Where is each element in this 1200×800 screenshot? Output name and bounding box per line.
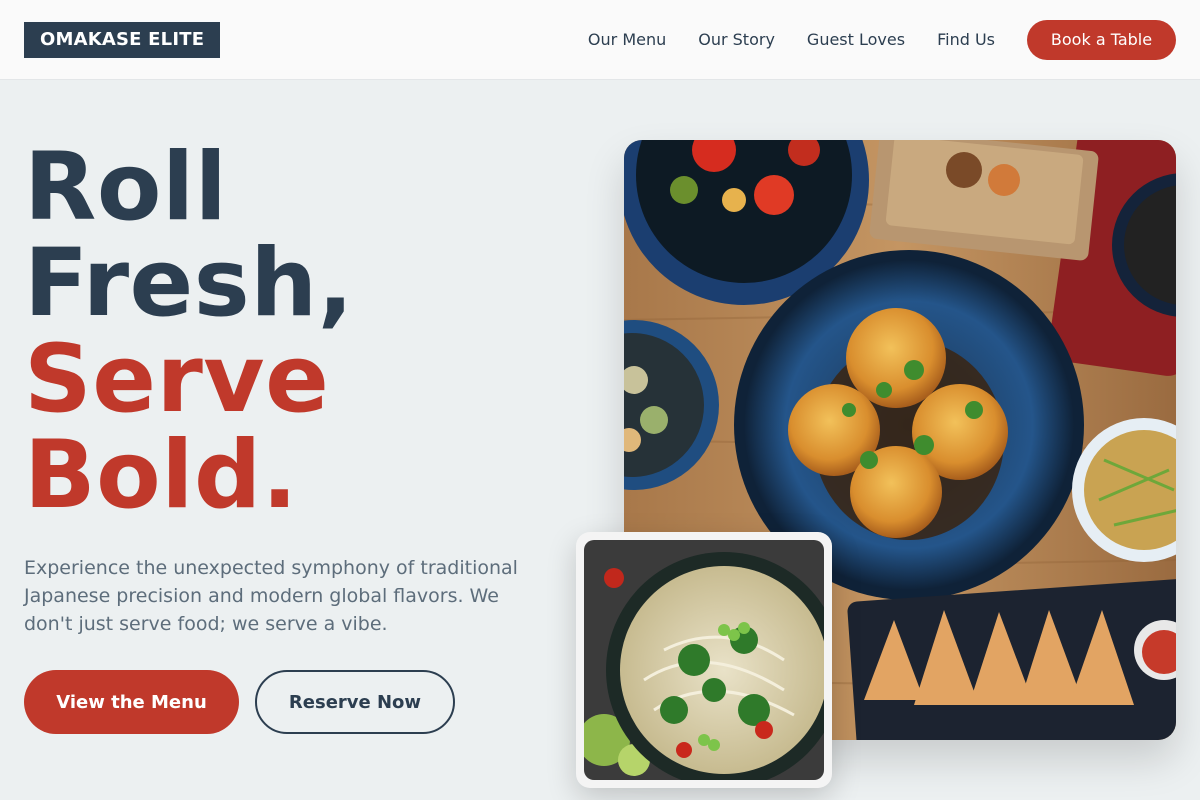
book-table-button[interactable]: Book a Table xyxy=(1027,19,1176,60)
noodle-bowl-photo xyxy=(584,540,824,780)
nav-link-our-story[interactable]: Our Story xyxy=(698,30,775,49)
nav-link-find-us[interactable]: Find Us xyxy=(937,30,995,49)
site-header: OMAKASE ELITE Our Menu Our Story Guest L… xyxy=(0,0,1200,80)
hero-title: Roll Fresh, Serve Bold. xyxy=(24,140,354,524)
view-menu-button[interactable]: View the Menu xyxy=(24,670,239,734)
main-nav: Our Menu Our Story Guest Loves Find Us B… xyxy=(588,19,1176,60)
nav-link-our-menu[interactable]: Our Menu xyxy=(588,30,666,49)
hero-title-line-2: Fresh, xyxy=(24,229,354,338)
hero-subtitle: Experience the unexpected symphony of tr… xyxy=(24,557,518,635)
noodle-bowl-card xyxy=(576,532,832,788)
noodle-bowl-illustration xyxy=(584,540,824,780)
hero-title-line-1: Roll xyxy=(24,133,228,242)
hero-title-line-3: Serve xyxy=(24,325,330,434)
reserve-now-button[interactable]: Reserve Now xyxy=(255,670,455,734)
hero-title-line-4: Bold. xyxy=(24,421,298,530)
brand-logo[interactable]: OMAKASE ELITE xyxy=(24,21,221,58)
nav-link-guest-loves[interactable]: Guest Loves xyxy=(807,30,905,49)
